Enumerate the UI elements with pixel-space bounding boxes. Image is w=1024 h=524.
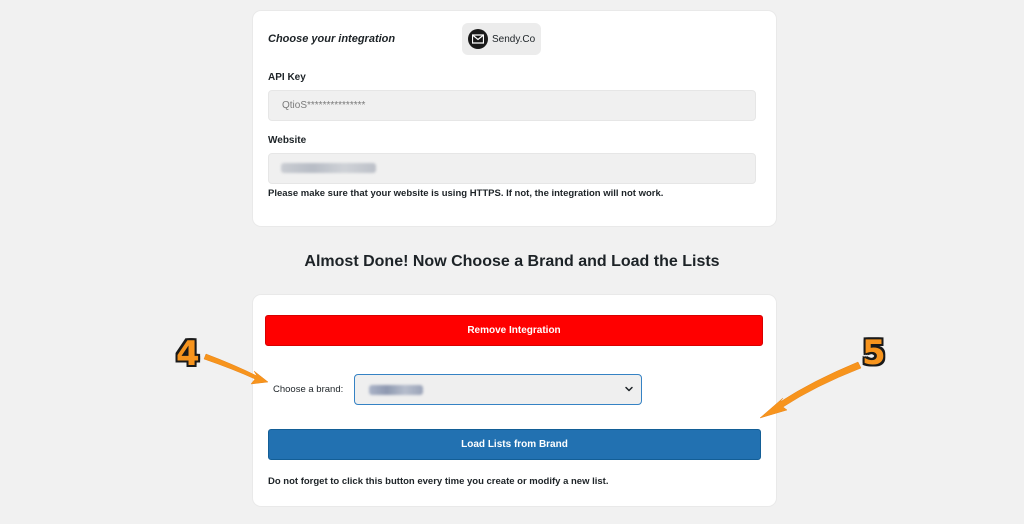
integration-label: Choose your integration <box>268 33 396 45</box>
website-value-redacted <box>281 163 376 173</box>
integration-option-label: Sendy.Co <box>492 33 536 45</box>
brand-select-label: Choose a brand: <box>273 384 344 395</box>
website-label: Website <box>268 135 307 146</box>
section-heading: Almost Done! Now Choose a Brand and Load… <box>304 253 720 270</box>
brand-select[interactable] <box>354 374 642 405</box>
sendy-logo-icon <box>468 29 488 49</box>
annotation-step-4: 4 <box>176 334 200 374</box>
https-note: Please make sure that your website is us… <box>268 188 664 199</box>
load-lists-note: Do not forget to click this button every… <box>268 476 609 487</box>
remove-integration-button[interactable]: Remove Integration <box>265 315 763 346</box>
api-key-label: API Key <box>268 72 306 83</box>
brand-select-value-redacted <box>369 385 423 395</box>
integration-option-sendy[interactable]: Sendy.Co <box>462 23 541 55</box>
annotation-step-5: 5 <box>862 333 886 373</box>
chevron-down-icon <box>625 386 633 392</box>
load-lists-button[interactable]: Load Lists from Brand <box>268 429 761 460</box>
brand-lists-card: Remove Integration Choose a brand: Load … <box>253 295 776 506</box>
integration-settings-card: Choose your integration Sendy.Co API Key… <box>253 11 776 226</box>
api-key-input[interactable] <box>268 90 756 121</box>
